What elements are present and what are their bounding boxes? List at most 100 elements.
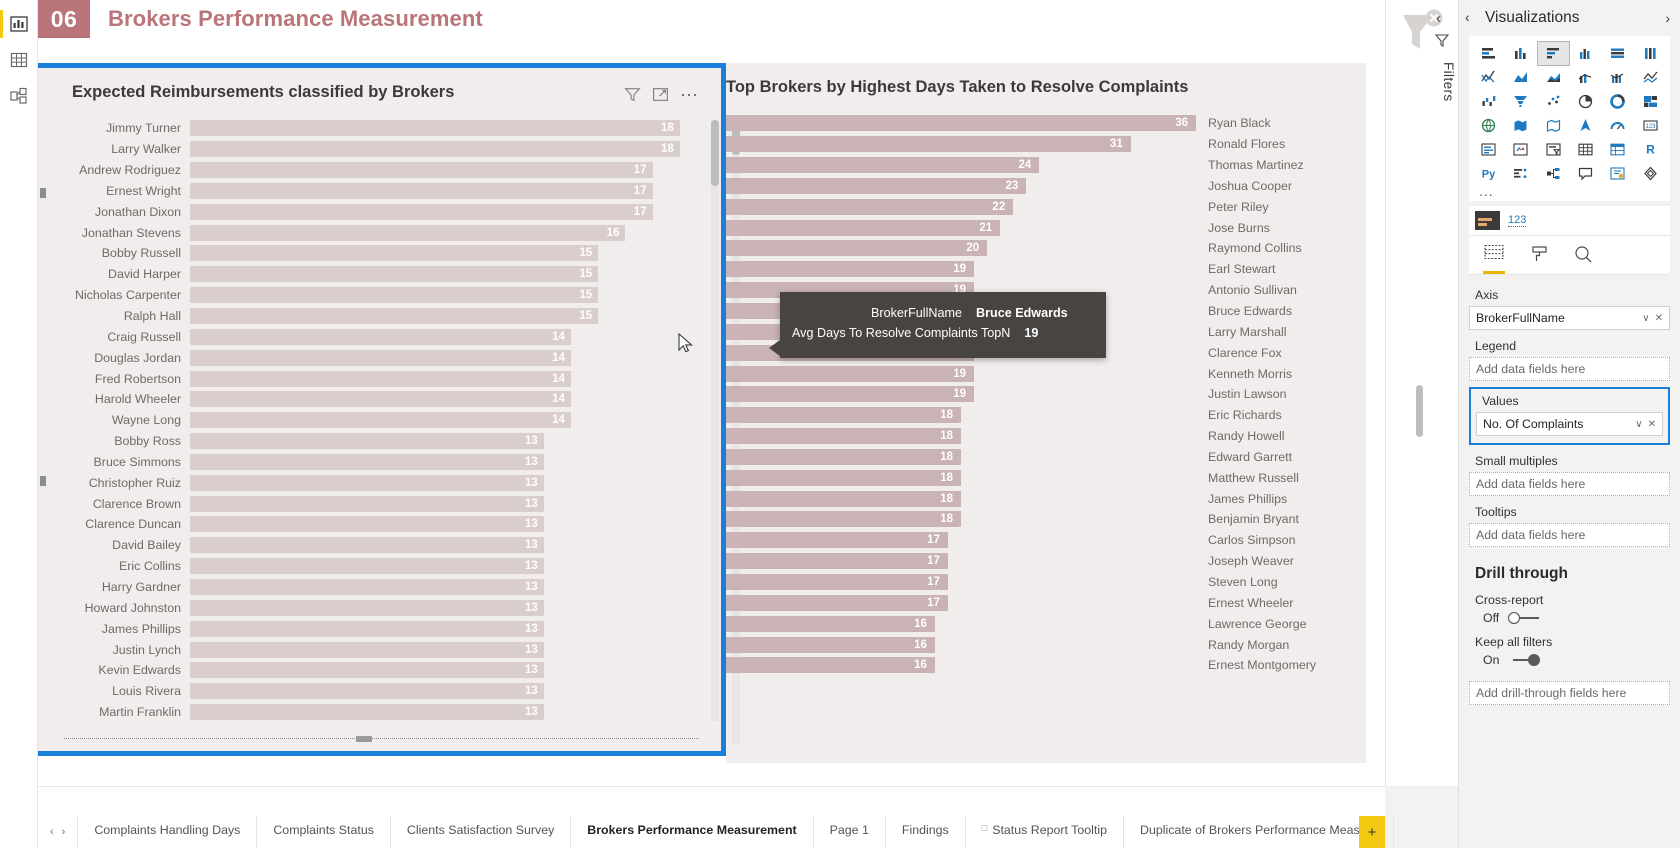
bar[interactable]: 14	[190, 412, 571, 428]
keep-all-filters-toggle[interactable]	[1507, 654, 1541, 666]
viz-expand-chevron-icon[interactable]: ›	[1665, 10, 1670, 26]
bar[interactable]: 14	[190, 329, 571, 345]
page-tab[interactable]: Brokers Performance Measurement	[571, 816, 813, 848]
selected-visual-frame[interactable]: Expected Reimbursements classified by Br…	[38, 63, 726, 756]
waterfall-chart-icon[interactable]	[1473, 90, 1504, 113]
kpi-icon[interactable]	[1505, 138, 1536, 161]
bar[interactable]: 15	[190, 266, 598, 282]
data-view-icon[interactable]	[0, 42, 38, 78]
table-row[interactable]: Bobby Russell15	[38, 243, 707, 264]
r-script-visual-icon[interactable]: R	[1635, 138, 1666, 161]
bar[interactable]: 31	[726, 136, 1131, 152]
bar[interactable]: 24	[726, 157, 1039, 173]
bar[interactable]: 13	[190, 475, 544, 491]
bar[interactable]: 13	[190, 558, 544, 574]
page-tab[interactable]: Complaints Handling Days	[78, 816, 257, 848]
line-chart-icon[interactable]	[1473, 66, 1504, 89]
page-tab[interactable]: □Status Report Tooltip	[966, 816, 1124, 848]
tab-format[interactable]	[1529, 245, 1549, 273]
bar[interactable]: 17	[726, 574, 948, 590]
table-row[interactable]: 24Thomas Martinez	[726, 155, 1366, 176]
table-row[interactable]: 17Carlos Simpson	[726, 530, 1366, 551]
filters-pane-collapsed[interactable]: ‹ Filters	[1385, 0, 1458, 786]
bar[interactable]: 18	[190, 120, 680, 136]
bar[interactable]: 15	[190, 245, 598, 261]
tab-fields[interactable]	[1483, 243, 1505, 274]
table-row[interactable]: 36Ryan Black	[726, 113, 1366, 134]
remove-field-icon[interactable]: ✕	[1655, 313, 1663, 324]
slicer-icon[interactable]	[1538, 138, 1569, 161]
table-row[interactable]: Bruce Simmons13	[38, 452, 707, 473]
table-row[interactable]: 18Matthew Russell	[726, 467, 1366, 488]
drill-through-fields-well[interactable]: Add drill-through fields here	[1469, 681, 1670, 705]
bar[interactable]: 16	[726, 657, 935, 673]
stacked-bar-chart-icon[interactable]	[1473, 42, 1504, 65]
table-row[interactable]: 23Joshua Cooper	[726, 176, 1366, 197]
table-row[interactable]: 19Earl Stewart	[726, 259, 1366, 280]
table-row[interactable]: Kevin Edwards13	[38, 660, 707, 681]
table-row[interactable]: James Phillips13	[38, 618, 707, 639]
table-row[interactable]: 18James Phillips	[726, 488, 1366, 509]
table-row[interactable]: Fred Robertson14	[38, 368, 707, 389]
table-row[interactable]: Larry Walker18	[38, 139, 707, 160]
bar[interactable]: 17	[190, 162, 653, 178]
table-row[interactable]: Howard Johnston13	[38, 597, 707, 618]
page-tab[interactable]: Findings	[886, 816, 966, 848]
scatter-chart-icon[interactable]	[1538, 90, 1569, 113]
well-field-legend[interactable]: Add data fields here	[1469, 357, 1670, 381]
bar[interactable]: 17	[190, 183, 653, 199]
page-tab[interactable]: Clients Satisfaction Survey	[391, 816, 571, 848]
smart-narrative-icon[interactable]	[1602, 162, 1633, 185]
focus-mode-icon[interactable]	[652, 86, 669, 103]
prev-page-icon[interactable]: ‹	[50, 826, 54, 838]
resize-handle-left-2[interactable]	[40, 476, 46, 486]
100-stacked-bar-chart-icon[interactable]	[1602, 42, 1633, 65]
filled-map-icon[interactable]	[1505, 114, 1536, 137]
number-format-badge[interactable]: 123	[1508, 214, 1526, 227]
table-row[interactable]: 19Kenneth Morris	[726, 363, 1366, 384]
cross-report-toggle-row[interactable]: Off	[1483, 611, 1680, 625]
table-row[interactable]: Eric Collins13	[38, 556, 707, 577]
filters-scrollbar-thumb[interactable]	[1416, 385, 1423, 437]
map-icon[interactable]	[1473, 114, 1504, 137]
bar[interactable]: 19	[726, 386, 974, 402]
bar[interactable]: 18	[190, 141, 680, 157]
left-visual-vertical-scrollbar[interactable]	[711, 120, 719, 721]
table-row[interactable]: Harold Wheeler14	[38, 389, 707, 410]
table-row[interactable]: 21Jose Burns	[726, 217, 1366, 238]
resize-handle-left[interactable]	[40, 188, 46, 198]
filter-icon[interactable]	[624, 86, 641, 103]
chevron-down-icon[interactable]: ∨	[1642, 313, 1649, 324]
bar[interactable]: 16	[726, 637, 935, 653]
well-field-axis[interactable]: BrokerFullName∨✕	[1469, 306, 1670, 330]
bar[interactable]: 17	[190, 204, 653, 220]
line-stacked-column-icon[interactable]	[1570, 66, 1601, 89]
bar[interactable]: 21	[726, 220, 1000, 236]
bar[interactable]: 13	[190, 433, 544, 449]
chevron-down-icon[interactable]: ∨	[1635, 419, 1642, 430]
table-row[interactable]: Jonathan Dixon17	[38, 201, 707, 222]
table-row[interactable]: 22Peter Riley	[726, 196, 1366, 217]
page-nav-arrows[interactable]: ‹›	[38, 816, 78, 848]
stacked-area-chart-icon[interactable]	[1538, 66, 1569, 89]
visual-expected-reimbursements[interactable]: Expected Reimbursements classified by Br…	[38, 68, 721, 751]
filters-collapse-chevron-icon[interactable]: ‹	[1436, 10, 1441, 27]
scrollbar-thumb-horizontal[interactable]	[356, 736, 372, 742]
paginated-report-icon[interactable]	[1635, 162, 1666, 185]
table-row[interactable]: Christopher Ruiz13	[38, 472, 707, 493]
table-row[interactable]: Jonathan Stevens16	[38, 222, 707, 243]
table-icon[interactable]	[1570, 138, 1601, 161]
bar[interactable]: 17	[726, 553, 948, 569]
bar[interactable]: 18	[726, 511, 961, 527]
well-field-small-multiples[interactable]: Add data fields here	[1469, 472, 1670, 496]
table-row[interactable]: 18Benjamin Bryant	[726, 509, 1366, 530]
bar[interactable]: 13	[190, 579, 544, 595]
bar[interactable]: 19	[726, 366, 974, 382]
card-number-icon[interactable]: 123	[1635, 114, 1666, 137]
table-row[interactable]: Justin Lynch13	[38, 639, 707, 660]
100-stacked-column-chart-icon[interactable]	[1635, 42, 1666, 65]
table-row[interactable]: 31Ronald Flores	[726, 134, 1366, 155]
bar[interactable]: 13	[190, 621, 544, 637]
table-row[interactable]: 16Randy Morgan	[726, 634, 1366, 655]
table-row[interactable]: 16Ernest Montgomery	[726, 655, 1366, 676]
